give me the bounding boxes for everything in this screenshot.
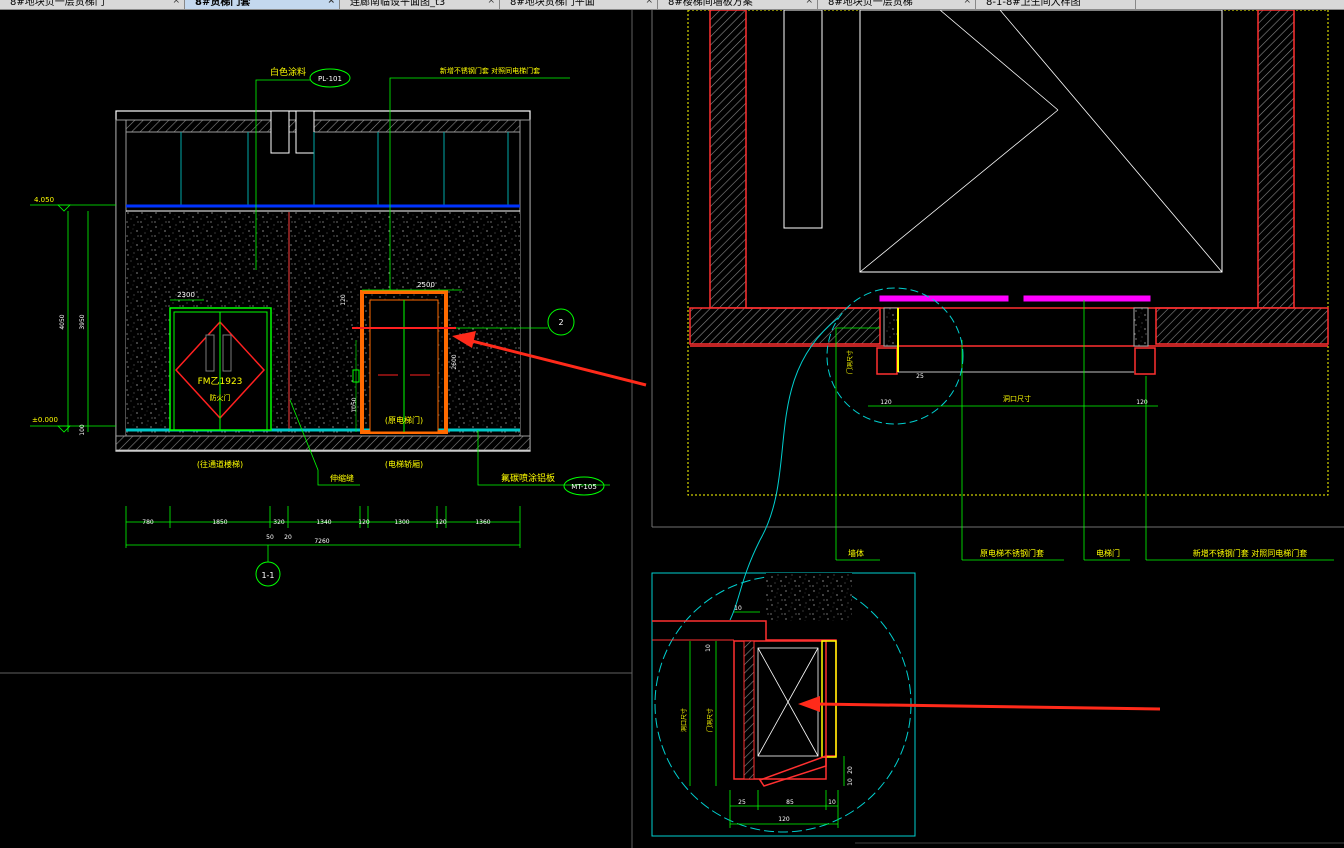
detail-dim-85: 85 <box>786 799 794 806</box>
door-panel-right <box>1023 295 1151 302</box>
shaft-wall-left <box>709 10 747 309</box>
dim-door-width-left: 2300 <box>177 291 195 299</box>
section-mark-label: 1-1 <box>261 571 274 580</box>
frame-right <box>1134 347 1156 375</box>
beam-right <box>295 110 315 154</box>
callout-2-label: 2 <box>558 318 563 327</box>
tab-label: 8#地块货梯门平面 <box>510 0 595 8</box>
dim-bottom-50: 50 <box>266 534 274 541</box>
tab-drawing-6[interactable]: 8#地块负一层货梯 × <box>818 0 976 9</box>
shaft-wall-right <box>1257 10 1295 309</box>
dim-bottom-1: 780 <box>142 519 154 526</box>
plan-dim-120-left: 120 <box>880 399 892 406</box>
red-arrow-annotation-2 <box>798 696 1161 712</box>
label-elevator-car: (电梯轿厢) <box>385 459 423 469</box>
dim-bottom-7: 120 <box>435 519 447 526</box>
cad-drawing-canvas[interactable]: FM乙1923 防火门 2300 (原电梯门) 2500 120 2600 10… <box>0 10 1344 848</box>
close-icon[interactable]: × <box>487 0 495 6</box>
label-aluminum-panel: 氟碳喷涂铝板 <box>501 472 555 484</box>
elevator-car <box>859 10 1223 273</box>
dim-bottom-8: 1360 <box>475 519 490 526</box>
detail-dim-10: 10 <box>847 778 854 786</box>
tab-label: 8#楼梯间墙板方案 <box>668 0 753 8</box>
detail-dim-vertical-2: 门洞尺寸 <box>706 708 714 732</box>
fire-door: FM乙1923 防火门 <box>169 307 272 431</box>
ceiling-hangers <box>180 132 509 206</box>
close-icon[interactable]: × <box>327 0 335 6</box>
plan-label-frame: 原电梯不锈钢门套 <box>980 548 1044 558</box>
dim-3950: 3950 <box>79 314 86 329</box>
dim-bottom-3: 320 <box>273 519 285 526</box>
plan-dim-small: 门洞尺寸 <box>846 350 854 374</box>
label-corridor: (往通道楼梯) <box>197 459 243 469</box>
floor-slab <box>115 435 531 451</box>
plan-label-new-frame: 新增不锈钢门套 对照同电梯门套 <box>1193 548 1308 558</box>
dim-bottom-2: 1850 <box>212 519 227 526</box>
plan-drawing: 120 洞口尺寸 120 门洞尺寸 25 墙体 原电梯不锈钢门套 电梯门 新增不… <box>687 10 1334 621</box>
pl-tag-label: PL-101 <box>318 75 342 83</box>
beam-left <box>270 110 290 154</box>
dim-bottom-5: 120 <box>358 519 370 526</box>
dim-100: 100 <box>79 424 86 436</box>
level-top: 4.050 <box>34 196 54 204</box>
fire-door-name: 防火门 <box>210 393 231 402</box>
detail-dim-10b: 10 <box>828 799 836 806</box>
tab-drawing-2-active[interactable]: 8#货梯门套 × <box>185 0 340 9</box>
close-icon[interactable]: × <box>963 0 971 6</box>
detail-dim-vertical: 洞口尺寸 <box>680 708 688 732</box>
right-wall <box>519 119 531 437</box>
tab-drawing-3[interactable]: 连廊南临设平面图_t3 × <box>340 0 500 9</box>
dim-4050: 4050 <box>59 314 66 329</box>
tab-drawing-7[interactable]: 8-1-8#卫生间大样图 <box>976 0 1136 9</box>
front-wall-right <box>1155 307 1329 345</box>
label-steel-door-frame: 新增不锈钢门套 对照同电梯门套 <box>440 66 540 75</box>
dim-120-top: 120 <box>340 294 347 306</box>
dim-total: 7260 <box>314 538 329 545</box>
tab-label: 8-1-8#卫生间大样图 <box>986 0 1081 8</box>
plan-dim-25: 25 <box>916 373 924 380</box>
left-wall <box>115 119 127 437</box>
close-icon[interactable]: × <box>172 0 180 6</box>
dim-bottom-6: 1300 <box>394 519 409 526</box>
front-wall-left <box>689 307 881 345</box>
plan-label-elevator-door: 电梯门 <box>1096 548 1120 558</box>
dim-2600: 2600 <box>451 354 458 369</box>
tab-drawing-5[interactable]: 8#楼梯间墙板方案 × <box>658 0 818 9</box>
elevation-drawing: FM乙1923 防火门 2300 (原电梯门) 2500 120 2600 10… <box>30 66 610 587</box>
elevator-door-label: (原电梯门) <box>385 415 423 425</box>
level-zero: ±0.000 <box>32 416 58 424</box>
close-icon[interactable]: × <box>645 0 653 6</box>
fire-door-code: FM乙1923 <box>198 376 243 387</box>
dim-1050: 1050 <box>351 397 358 412</box>
label-white-paint: 白色涂料 <box>270 66 306 78</box>
ceiling-slab <box>125 119 521 133</box>
tab-drawing-1[interactable]: 8#地块负一层货梯门 × <box>0 0 185 9</box>
detail-dim-20: 20 <box>847 766 854 774</box>
close-icon[interactable]: × <box>805 0 813 6</box>
jamb-left <box>883 307 899 347</box>
dim-door-width-right: 2500 <box>417 281 435 289</box>
detail-dim-10-side: 10 <box>705 644 712 652</box>
detail-stone <box>766 573 852 621</box>
detail-dim-120: 120 <box>778 816 790 823</box>
tab-label: 8#地块负一层货梯门 <box>10 0 105 8</box>
tab-label: 8#地块负一层货梯 <box>828 0 913 8</box>
document-tab-bar: 8#地块负一层货梯门 × 8#货梯门套 × 连廊南临设平面图_t3 × 8#地块货梯门… <box>0 0 1344 10</box>
mt-tag-label: MT-105 <box>571 483 597 491</box>
dim-bottom-20: 20 <box>284 534 292 541</box>
dim-bottom-4: 1340 <box>316 519 331 526</box>
tab-label: 8#货梯门套 <box>195 0 251 8</box>
label-expansion-joint: 伸缩缝 <box>330 473 354 483</box>
tab-drawing-4[interactable]: 8#地块货梯门平面 × <box>500 0 658 9</box>
counterweight <box>783 10 823 229</box>
frame-left <box>876 347 898 375</box>
door-panel-left <box>879 295 1009 302</box>
plan-label-wall: 墙体 <box>848 548 864 558</box>
detail-dim-25: 25 <box>738 799 746 806</box>
jamb-right <box>1133 307 1149 347</box>
tab-label: 连廊南临设平面图_t3 <box>350 0 446 8</box>
plan-dim-opening: 洞口尺寸 <box>1003 394 1031 403</box>
detail-dim-10-top: 10 <box>734 605 742 612</box>
